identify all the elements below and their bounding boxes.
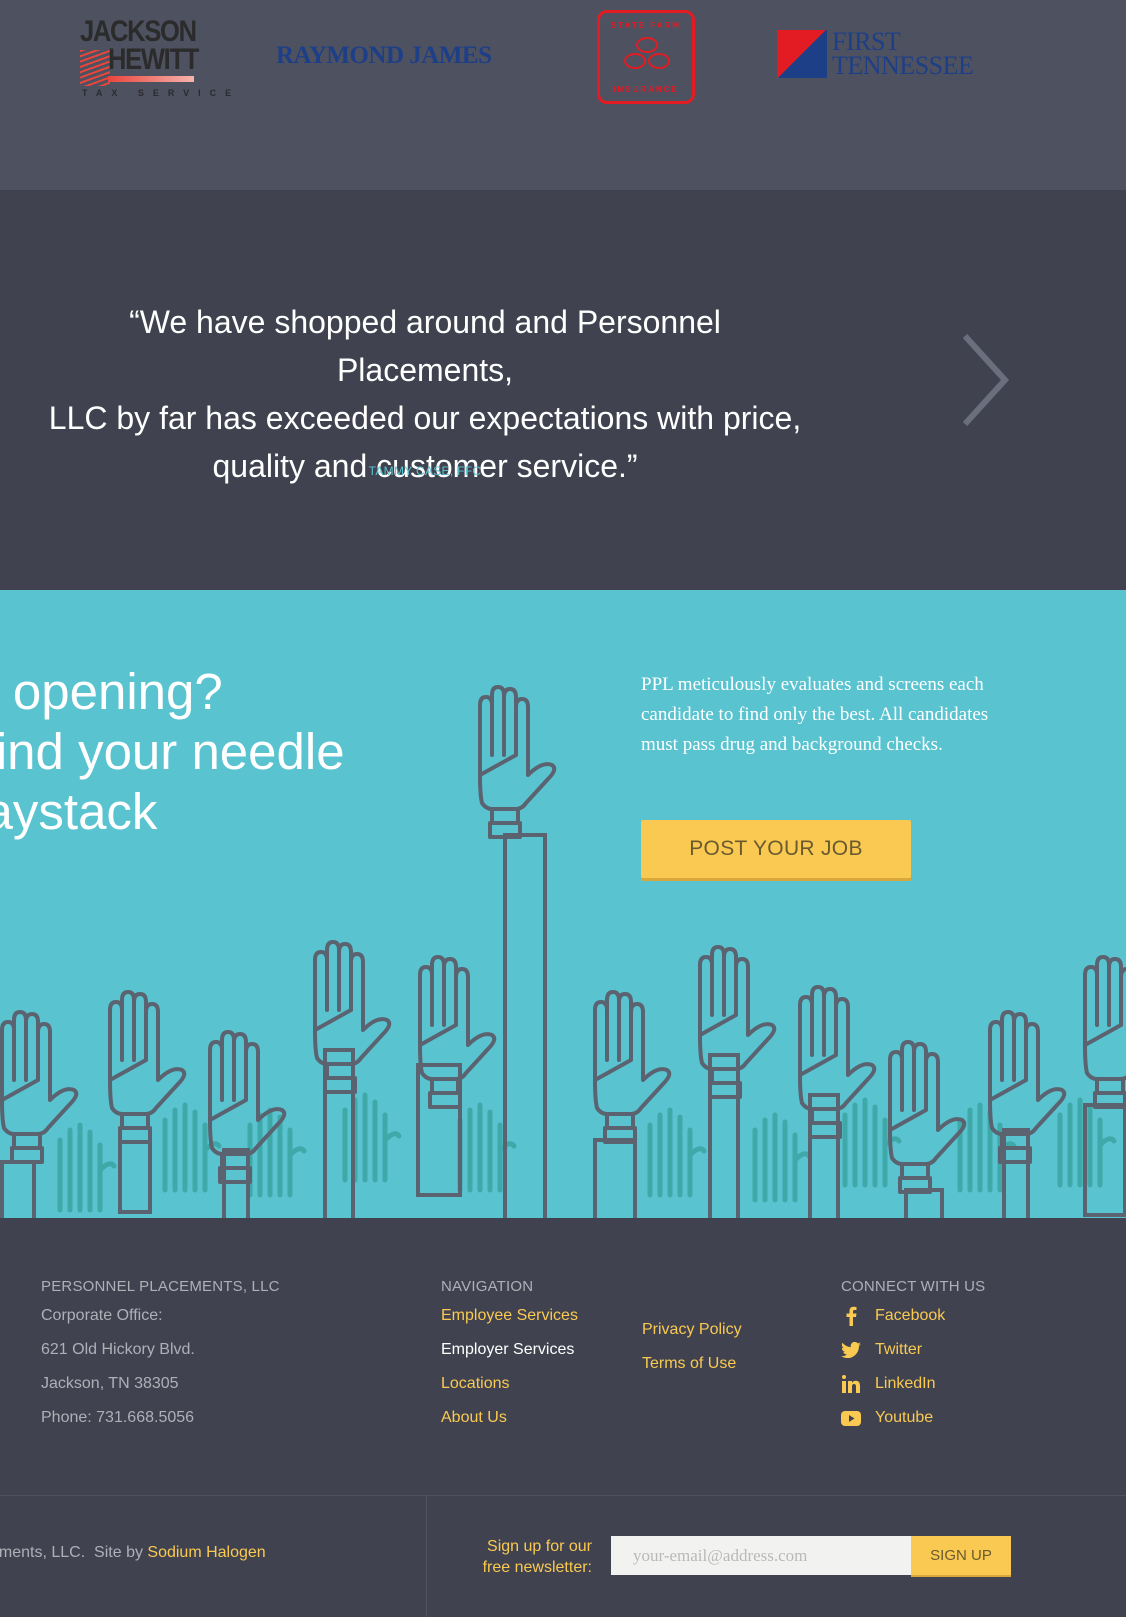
jackson-hewitt-bar [108,76,194,82]
footer-social: CONNECT WITH US Facebook Twitter LinkedI… [841,1278,985,1435]
next-arrow-icon[interactable] [955,330,1015,430]
jackson-hewitt-tagline: TAX SERVICE [82,88,241,98]
jackson-hewitt-line2: HEWITT [108,43,199,76]
connect-heading: CONNECT WITH US [841,1278,986,1295]
copyright: ements, LLC. Site by Sodium Halogen [0,1544,266,1562]
office-phone: Phone: 731.668.5056 [41,1409,195,1426]
state-farm-bottom-text: INSURANCE [613,85,679,94]
facebook-icon [841,1306,861,1326]
footer: PERSONNEL PLACEMENTS, LLC Corporate Offi… [0,1218,1126,1495]
hero-headline-line-1: an opening? [0,663,223,720]
nav-employee-services[interactable]: Employee Services [441,1299,578,1333]
hero-section: an opening? s find your needle haystack … [0,590,1126,1218]
quote-line-1: “We have shopped around and Personnel Pl… [129,304,721,388]
hero-headline-line-3: haystack [0,783,158,840]
site-by-link[interactable]: Sodium Halogen [147,1544,265,1561]
testimonial-section: “We have shopped around and Personnel Pl… [0,190,1126,590]
bottom-bar: ements, LLC. Site by Sodium Halogen Sign… [0,1495,1126,1617]
raymond-james-logo: RAYMOND JAMES [276,42,492,69]
newsletter-label: Sign up for our free newsletter: [482,1538,592,1576]
office-label: Corporate Office: [41,1307,163,1324]
partner-logos-strip: JACKSON HEWITT TAX SERVICE RAYMOND JAMES… [0,0,1126,190]
signup-button[interactable]: SIGN UP [911,1536,1011,1575]
hero-description: PPL meticulously evaluates and screens e… [641,674,989,755]
jackson-hewitt-line1: JACKSON [80,15,197,48]
linkedin-icon [841,1374,861,1394]
office-street: 621 Old Hickory Blvd. [41,1341,195,1358]
social-linkedin[interactable]: LinkedIn [841,1367,985,1401]
facebook-label: Facebook [875,1307,946,1324]
testimonial-author: TAMMY CASE, FFC [368,464,482,478]
nav-terms-of-use[interactable]: Terms of Use [642,1347,742,1381]
first-tennessee-flag [777,30,827,78]
state-farm-logo: STATE FARM INSURANCE [597,10,695,104]
social-youtube[interactable]: Youtube [841,1401,985,1435]
nav-about-us[interactable]: About Us [441,1401,578,1435]
company-heading: PERSONNEL PLACEMENTS, LLC [41,1278,280,1295]
office-city: Jackson, TN 38305 [41,1375,179,1392]
first-tennessee-logo: FIRST TENNESSEE [777,29,987,82]
social-twitter[interactable]: Twitter [841,1333,985,1367]
twitter-label: Twitter [875,1341,923,1358]
bottom-divider [426,1496,427,1617]
jackson-hewitt-logo: JACKSON HEWITT TAX SERVICE [80,15,231,100]
first-tennessee-line2: TENNESSEE [832,51,974,80]
youtube-label: Youtube [875,1409,934,1426]
linkedin-label: LinkedIn [875,1375,936,1392]
nav-locations[interactable]: Locations [441,1367,578,1401]
youtube-icon [841,1408,861,1428]
footer-legal-links: Privacy Policy Terms of Use [642,1313,742,1381]
state-farm-ovals [624,37,670,79]
nav-privacy-policy[interactable]: Privacy Policy [642,1313,742,1347]
hero-headline: an opening? s find your needle haystack [0,662,345,842]
social-facebook[interactable]: Facebook [841,1299,985,1333]
footer-company-info: PERSONNEL PLACEMENTS, LLC Corporate Offi… [41,1278,280,1435]
twitter-icon [841,1340,861,1360]
hero-headline-line-2: s find your needle [0,723,345,780]
nav-employer-services[interactable]: Employer Services [441,1333,578,1367]
footer-navigation: NAVIGATION Employee Services Employer Se… [441,1278,578,1435]
post-your-job-button[interactable]: POST YOUR JOB [641,820,911,878]
jackson-hewitt-rays [80,50,110,86]
newsletter-email-input[interactable] [611,1536,911,1575]
navigation-heading: NAVIGATION [441,1278,534,1295]
state-farm-top-text: STATE FARM [611,21,681,30]
testimonial-quote: “We have shopped around and Personnel Pl… [40,298,810,490]
quote-line-2: LLC by far has exceeded our expectations… [48,400,802,436]
copyright-text: ements, LLC. Site by [0,1544,148,1561]
